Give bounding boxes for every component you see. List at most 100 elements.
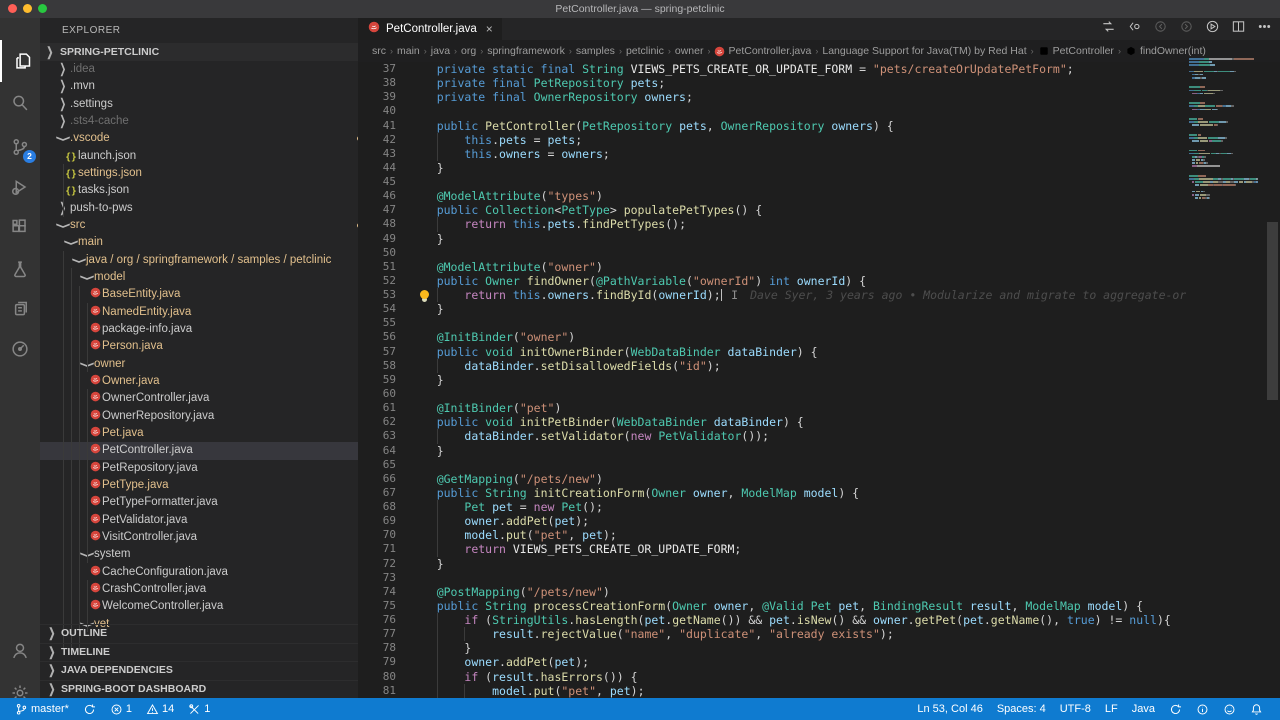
breadcrumb-item[interactable]: PetController.java: [714, 45, 811, 57]
breadcrumb-item[interactable]: findOwner(int): [1125, 45, 1206, 57]
tree-item-owner-java[interactable]: Owner.java1: [40, 373, 358, 390]
vertical-scrollbar[interactable]: [1267, 222, 1278, 400]
extensions-icon[interactable]: [0, 206, 40, 248]
code-line-75[interactable]: 75 public String processCreationForm(Own…: [358, 599, 1186, 613]
test-icon[interactable]: [0, 248, 40, 290]
tree-item-vscode[interactable]: ❯.vscode: [40, 130, 358, 147]
code-line-50[interactable]: 50: [358, 246, 1186, 260]
code-line-38[interactable]: 38 private final PetRepository pets;: [358, 76, 1186, 90]
code-line-67[interactable]: 67 public String initCreationForm(Owner …: [358, 486, 1186, 500]
code-line-58[interactable]: 58 dataBinder.setDisallowedFields("id");: [358, 359, 1186, 373]
spring-boot-dashboard-icon[interactable]: [0, 328, 40, 370]
status-warning[interactable]: 14: [139, 698, 181, 720]
status-spaces-4[interactable]: Spaces: 4: [990, 698, 1053, 720]
status-git-branch[interactable]: master*: [8, 698, 76, 720]
code-line-43[interactable]: 43 this.owners = owners;: [358, 147, 1186, 161]
run-icon[interactable]: [1205, 19, 1220, 39]
breadcrumb-item[interactable]: owner: [675, 45, 704, 57]
code-editor[interactable]: 37 private static final String VIEWS_PET…: [358, 62, 1186, 698]
previous-change-icon[interactable]: [1127, 19, 1142, 39]
status-lf[interactable]: LF: [1098, 698, 1125, 720]
panel-spring-boot-dashboard[interactable]: ❯SPRING-BOOT DASHBOARD: [40, 680, 358, 698]
code-line-63[interactable]: 63 dataBinder.setValidator(new PetValida…: [358, 429, 1186, 443]
panel-timeline[interactable]: ❯TIMELINE: [40, 643, 358, 661]
code-line-61[interactable]: 61 @InitBinder("pet"): [358, 401, 1186, 415]
close-tab-icon[interactable]: ×: [486, 22, 493, 36]
status-ln-53-col-46[interactable]: Ln 53, Col 46: [910, 698, 989, 720]
tree-item-launch-json[interactable]: {}launch.json: [40, 148, 358, 165]
breadcrumb-item[interactable]: Language Support for Java(TM) by Red Hat: [822, 45, 1026, 57]
code-line-64[interactable]: 64 }: [358, 444, 1186, 458]
account-icon[interactable]: [0, 630, 40, 672]
code-line-41[interactable]: 41 public PetController(PetRepository pe…: [358, 119, 1186, 133]
back-icon[interactable]: [1153, 19, 1168, 39]
status-java[interactable]: Java: [1125, 698, 1162, 720]
minimap[interactable]: [1186, 58, 1258, 218]
status-sync[interactable]: [76, 698, 103, 720]
tree-item-main[interactable]: ❯main: [40, 234, 358, 251]
code-line-45[interactable]: 45: [358, 175, 1186, 189]
tree-item-mvn[interactable]: ❯.mvn: [40, 78, 358, 95]
tree-item-java-org-springframework-samples-petclinic[interactable]: ❯java / org / springframework / samples …: [40, 252, 358, 269]
code-line-77[interactable]: 77 result.rejectValue("name", "duplicate…: [358, 627, 1186, 641]
code-line-81[interactable]: 81 model.put("pet", pet);: [358, 684, 1186, 698]
search-icon[interactable]: [0, 82, 40, 124]
project-manager-icon[interactable]: [0, 288, 40, 330]
tree-item-idea[interactable]: ❯.idea: [40, 61, 358, 78]
code-line-49[interactable]: 49 }: [358, 232, 1186, 246]
breadcrumb-item[interactable]: java: [431, 45, 450, 57]
tree-item-push-to-pws[interactable]: ❯push-to-pws: [40, 200, 358, 217]
code-line-72[interactable]: 72 }: [358, 557, 1186, 571]
status-java-build[interactable]: 1: [181, 698, 217, 720]
code-line-57[interactable]: 57 public void initOwnerBinder(WebDataBi…: [358, 345, 1186, 359]
code-line-60[interactable]: 60: [358, 387, 1186, 401]
code-line-70[interactable]: 70 model.put("pet", pet);: [358, 528, 1186, 542]
code-line-56[interactable]: 56 @InitBinder("owner"): [358, 330, 1186, 344]
code-line-66[interactable]: 66 @GetMapping("/pets/new"): [358, 472, 1186, 486]
breadcrumb-item[interactable]: springframework: [487, 45, 565, 57]
explorer-icon[interactable]: [0, 40, 42, 82]
run-debug-icon[interactable]: [0, 166, 40, 208]
code-line-52[interactable]: 52 public Owner findOwner(@PathVariable(…: [358, 274, 1186, 288]
status-feedback-smiley[interactable]: [1216, 698, 1243, 720]
workspace-section-header[interactable]: ❯SPRING-PETCLINIC: [40, 43, 358, 61]
code-line-37[interactable]: 37 private static final String VIEWS_PET…: [358, 62, 1186, 76]
code-line-80[interactable]: 80 if (result.hasErrors()) {: [358, 670, 1186, 684]
more-actions-icon[interactable]: [1257, 19, 1272, 39]
forward-icon[interactable]: [1179, 19, 1194, 39]
status-info[interactable]: [1189, 698, 1216, 720]
status-notifications-bell[interactable]: [1243, 698, 1270, 720]
code-line-54[interactable]: 54 }: [358, 302, 1186, 316]
status-error[interactable]: 1: [103, 698, 139, 720]
code-line-71[interactable]: 71 return VIEWS_PETS_CREATE_OR_UPDATE_FO…: [358, 542, 1186, 556]
code-line-39[interactable]: 39 private final OwnerRepository owners;: [358, 90, 1186, 104]
breadcrumb-item[interactable]: PetController: [1038, 45, 1114, 57]
code-line-44[interactable]: 44 }: [358, 161, 1186, 175]
code-line-79[interactable]: 79 owner.addPet(pet);: [358, 655, 1186, 669]
code-line-78[interactable]: 78 }: [358, 641, 1186, 655]
source-control-icon[interactable]: 2: [0, 126, 40, 168]
breadcrumb-item[interactable]: main: [397, 45, 420, 57]
status-utf-8[interactable]: UTF-8: [1053, 698, 1098, 720]
code-line-69[interactable]: 69 owner.addPet(pet);: [358, 514, 1186, 528]
tree-item-baseentity-java[interactable]: BaseEntity.java1: [40, 286, 358, 303]
tree-item-sts4-cache[interactable]: ❯.sts4-cache: [40, 113, 358, 130]
code-line-51[interactable]: 51 @ModelAttribute("owner"): [358, 260, 1186, 274]
code-line-59[interactable]: 59 }: [358, 373, 1186, 387]
code-line-55[interactable]: 55: [358, 316, 1186, 330]
tree-item-cacheconfiguration-java[interactable]: CacheConfiguration.java: [40, 564, 358, 581]
panel-java-dependencies[interactable]: ❯JAVA DEPENDENCIES: [40, 661, 358, 679]
breadcrumb-item[interactable]: org: [461, 45, 476, 57]
code-line-42[interactable]: 42 this.pets = pets;: [358, 133, 1186, 147]
code-line-62[interactable]: 62 public void initPetBinder(WebDataBind…: [358, 415, 1186, 429]
compare-changes-icon[interactable]: [1101, 19, 1116, 39]
code-line-73[interactable]: 73: [358, 571, 1186, 585]
breadcrumb-item[interactable]: src: [372, 45, 386, 57]
code-line-48[interactable]: 48 return this.pets.findPetTypes();: [358, 217, 1186, 231]
status-java-status[interactable]: [1162, 698, 1189, 720]
tree-item-tasks-json[interactable]: {}tasks.json: [40, 182, 358, 199]
code-line-53[interactable]: 53 return this.owners.findById(ownerId);…: [358, 288, 1186, 302]
code-line-47[interactable]: 47 public Collection<PetType> populatePe…: [358, 203, 1186, 217]
tree-item-settings[interactable]: ❯.settings: [40, 96, 358, 113]
code-line-74[interactable]: 74 @PostMapping("/pets/new"): [358, 585, 1186, 599]
